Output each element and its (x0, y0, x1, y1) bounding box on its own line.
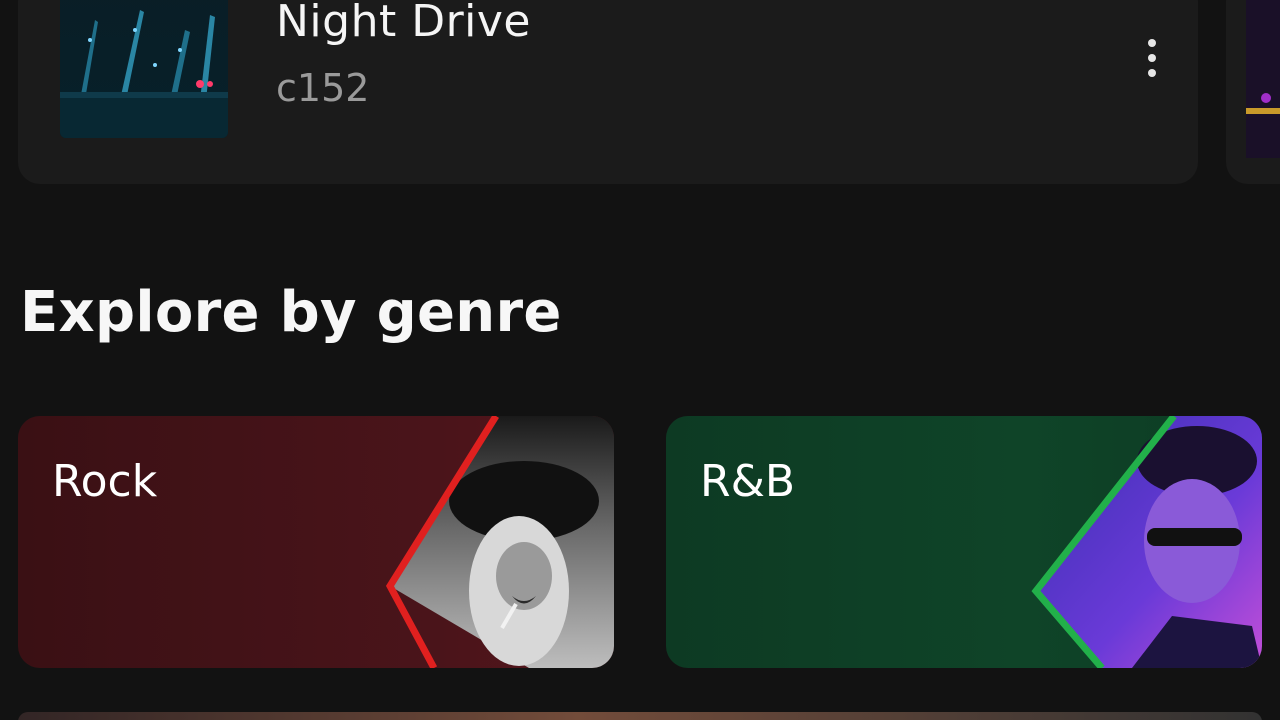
genre-label: R&B (700, 456, 796, 507)
genre-artwork-rock (385, 416, 614, 668)
more-vertical-icon (1148, 39, 1156, 47)
genre-label: Rock (52, 456, 158, 507)
next-row-peek (18, 712, 1262, 720)
more-vertical-icon-dot (1148, 54, 1156, 62)
genre-artwork-rnb (1031, 416, 1262, 668)
track-card[interactable]: Night Drive c152 (18, 0, 1198, 184)
track-subtitle: c152 (276, 66, 370, 110)
section-title: Explore by genre (20, 280, 562, 345)
more-options-button[interactable] (1128, 22, 1176, 94)
track-title: Night Drive (276, 0, 531, 47)
next-track-card[interactable] (1226, 0, 1280, 184)
more-vertical-icon-dot (1148, 69, 1156, 77)
genre-card-rnb[interactable]: R&B (666, 416, 1262, 668)
home-screen: Night Drive c152 Explore by genre Rock R… (0, 0, 1280, 720)
genre-card-rock[interactable]: Rock (18, 416, 614, 668)
track-artwork (60, 0, 228, 138)
